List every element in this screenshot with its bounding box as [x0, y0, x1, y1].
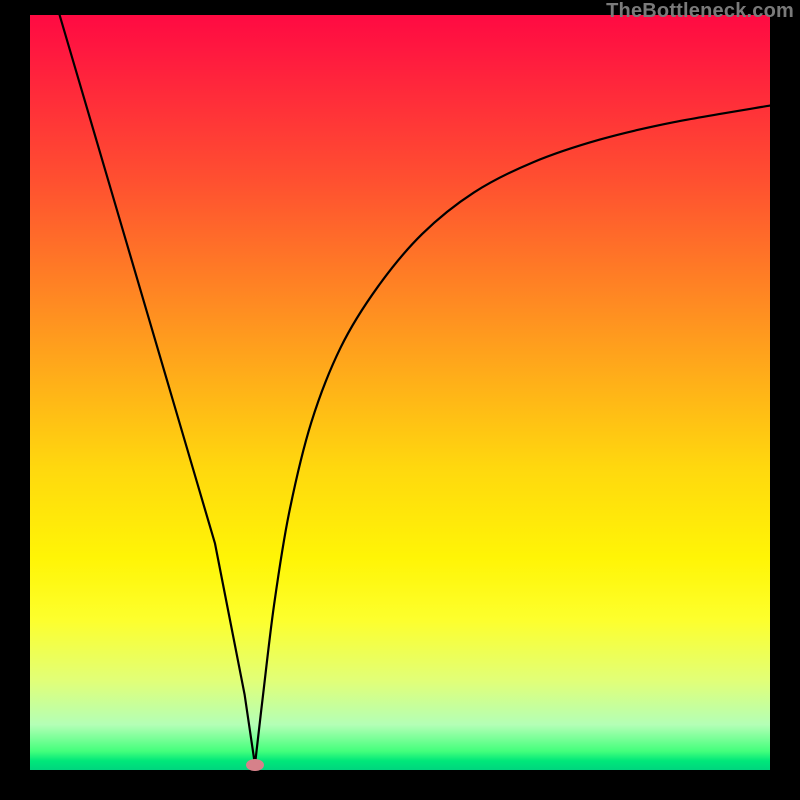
bottleneck-curve — [30, 15, 770, 770]
curve-path — [60, 15, 770, 765]
watermark-text: TheBottleneck.com — [606, 0, 794, 23]
minimum-marker — [246, 759, 264, 771]
